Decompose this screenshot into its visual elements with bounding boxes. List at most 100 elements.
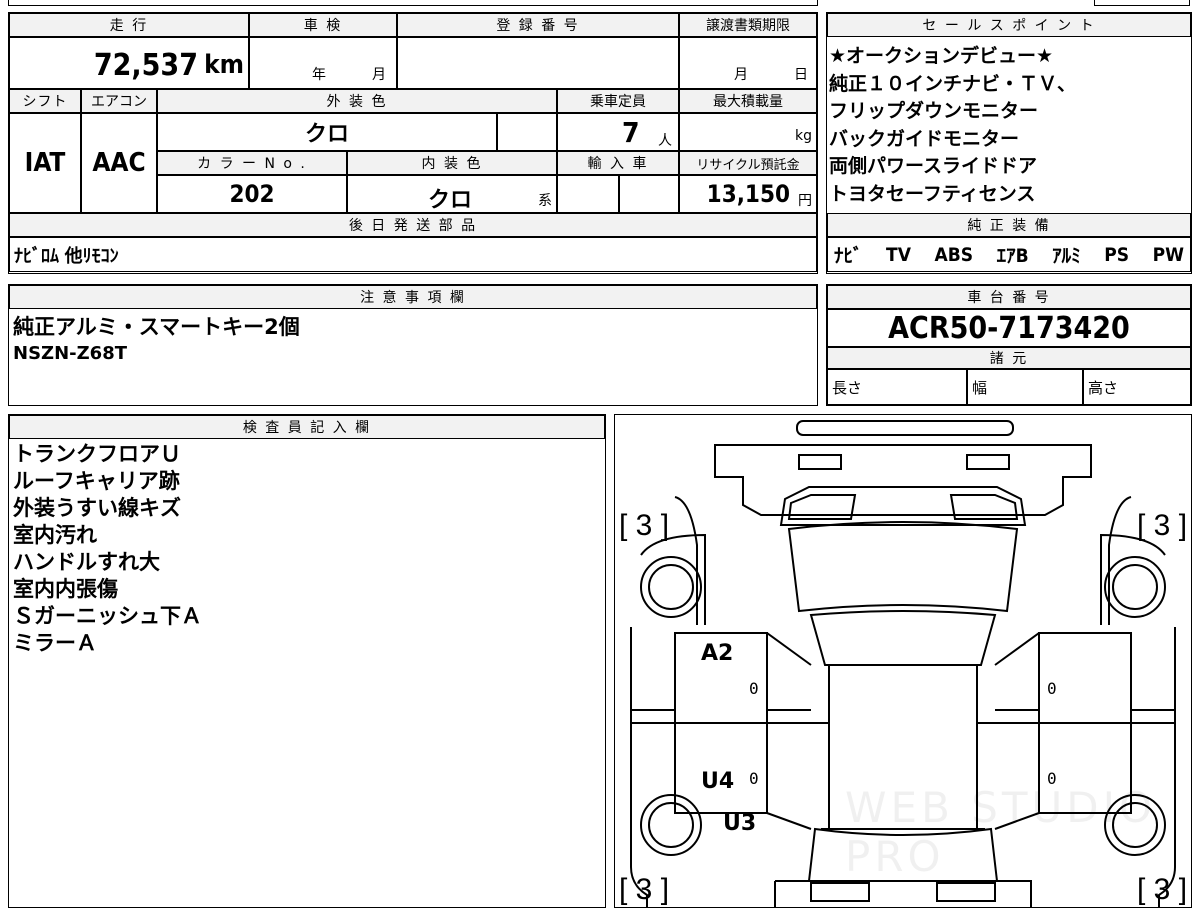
- mileage-value: 72,537: [93, 48, 198, 83]
- deadline-day-label: 日: [794, 67, 808, 83]
- tire-tread-mark-rear-left: [ 3 ]: [619, 873, 670, 906]
- sales-point: 両側パワースライドドア: [829, 155, 1038, 177]
- inspector-note: ハンドルすれ大: [13, 550, 160, 574]
- max-load-cell: kg: [679, 113, 817, 151]
- import-cell-b: [619, 175, 679, 213]
- equipment-item: ABS: [934, 243, 974, 266]
- interior-color-value: クロ: [428, 188, 473, 213]
- registration-header: 登 録 番 号: [397, 13, 679, 37]
- damage-code-u4: U4: [701, 769, 735, 794]
- chassis-panel: 車 台 番 号 ACR50-7173420 諸 元 長さ 幅 高さ: [826, 284, 1192, 406]
- genuine-equipment-header: 純 正 装 備: [827, 213, 1191, 237]
- inspector-note: 室内汚れ: [13, 523, 97, 547]
- capacity-header: 乗車定員: [557, 89, 679, 113]
- damage-code-a2: A2: [701, 641, 734, 666]
- genuine-equipment-list: ﾅﾋﾞ TV ABS ｴｱB ｱﾙﾐ PS PW: [827, 237, 1191, 272]
- door-mark: 0: [749, 769, 759, 788]
- equipment-item: ﾅﾋﾞ: [834, 245, 863, 267]
- notes-list: 純正アルミ・スマートキー2個 NSZN-Z68T: [13, 313, 300, 367]
- later-parts-value: ﾅﾋﾞﾛﾑ 他ﾘﾓｺﾝ: [9, 237, 817, 272]
- shift-value: IAT: [9, 113, 81, 213]
- door-mark: 0: [749, 679, 759, 698]
- color-no-value: 202: [157, 175, 347, 213]
- spec-width: 幅: [967, 369, 1083, 405]
- aircon-value: AAC: [81, 113, 157, 213]
- spec-height-label: 高さ: [1088, 378, 1119, 397]
- tire-tread-mark-front-right: [ 3 ]: [1137, 509, 1188, 542]
- import-cell-a: [557, 175, 619, 213]
- transfer-deadline-cell: 月 日: [679, 37, 817, 89]
- tire-tread-mark-front-left: [ 3 ]: [619, 509, 670, 542]
- sales-point: 純正１０インチナビ・ＴＶ、: [829, 72, 1077, 95]
- shift-header: シフト: [9, 89, 81, 113]
- exterior-color-header: 外 装 色: [157, 89, 557, 113]
- inspector-panel: 検 査 員 記 入 欄 トランクフロアＵ ルーフキャリア跡 外装うすい線キズ 室…: [8, 414, 606, 908]
- shaken-year-label: 年: [312, 67, 326, 83]
- recycle-value: 13,150: [706, 180, 790, 208]
- inspector-note: ミラーＡ: [13, 631, 97, 655]
- shaken-cell: 年 月: [249, 37, 397, 89]
- inspector-note: トランクフロアＵ: [13, 442, 181, 466]
- notes-header: 注 意 事 項 欄: [9, 285, 817, 309]
- sales-point: フリップダウンモニター: [829, 100, 1039, 122]
- chassis-value: ACR50-7173420: [827, 309, 1191, 347]
- recycle-header: リサイクル預託金: [679, 151, 817, 175]
- capacity-value: 7: [622, 116, 640, 149]
- inspector-note: 室内内張傷: [13, 577, 118, 601]
- shaken-header: 車 検: [249, 13, 397, 37]
- chassis-header: 車 台 番 号: [827, 285, 1191, 309]
- capacity-unit: 人: [658, 133, 672, 149]
- top-cutoff-strip: [8, 0, 818, 6]
- recycle-unit: 円: [798, 193, 812, 209]
- interior-color-suffix: 系: [538, 193, 552, 209]
- mileage-cell: 72,537 km: [9, 37, 249, 89]
- interior-color-header: 内 装 色: [347, 151, 557, 175]
- watermark: WEB STUDIO PRO: [845, 783, 1157, 881]
- specs-header: 諸 元: [827, 347, 1191, 369]
- equipment-item: PS: [1104, 243, 1130, 266]
- recycle-cell: 13,150 円: [679, 175, 817, 213]
- car-diagram-panel: [ 3 ] [ 3 ] [ 3 ] [ 3 ] A2 U4 U3 0 0 0 0…: [614, 414, 1192, 908]
- import-header: 輸 入 車: [557, 151, 679, 175]
- capacity-cell: 7 人: [557, 113, 679, 151]
- interior-color-cell: クロ 系: [347, 175, 557, 213]
- equipment-item: ｴｱB: [996, 245, 1029, 267]
- exterior-color-extra: [497, 113, 557, 151]
- inspector-header: 検 査 員 記 入 欄: [9, 415, 605, 439]
- top-cutoff-strip-right: [1094, 0, 1190, 6]
- note-line: NSZN-Z68T: [13, 343, 127, 364]
- inspector-note: 外装うすい線キズ: [13, 496, 181, 520]
- max-load-unit: kg: [795, 128, 812, 144]
- notes-panel: 注 意 事 項 欄 純正アルミ・スマートキー2個 NSZN-Z68T: [8, 284, 818, 406]
- vehicle-info-table: 走 行 車 検 登 録 番 号 譲渡書類期限 72,537 km 年 月 月 日…: [8, 12, 818, 274]
- deadline-month-label: 月: [734, 67, 748, 83]
- sales-points-panel: セ ー ル ス ポ イ ン ト ★オークションデビュー★ 純正１０インチナビ・Ｔ…: [826, 12, 1192, 274]
- sales-point: トヨタセーフティセンス: [829, 182, 1036, 205]
- spec-length-label: 長さ: [832, 378, 863, 397]
- color-no-header: カ ラ ー N o .: [157, 151, 347, 175]
- equipment-item: PW: [1152, 243, 1184, 266]
- sales-points-header: セ ー ル ス ポ イ ン ト: [827, 13, 1191, 37]
- exterior-color-value: クロ: [157, 113, 497, 151]
- later-parts-header: 後 日 発 送 部 品: [9, 213, 817, 237]
- registration-cell: [397, 37, 679, 89]
- spec-length: 長さ: [827, 369, 967, 405]
- shaken-month-label: 月: [372, 67, 386, 83]
- note-line: 純正アルミ・スマートキー2個: [13, 315, 300, 339]
- door-mark: 0: [1047, 679, 1057, 698]
- transfer-deadline-header: 譲渡書類期限: [679, 13, 817, 37]
- inspector-note: Ｓガーニッシュ下Ａ: [13, 604, 202, 628]
- aircon-header: エアコン: [81, 89, 157, 113]
- inspector-notes-list: トランクフロアＵ ルーフキャリア跡 外装うすい線キズ 室内汚れ ハンドルすれ大 …: [13, 441, 202, 657]
- mileage-unit: km: [204, 50, 244, 80]
- spec-width-label: 幅: [972, 378, 988, 397]
- spec-height: 高さ: [1083, 369, 1191, 405]
- mileage-header: 走 行: [9, 13, 249, 37]
- equipment-item: TV: [886, 243, 911, 266]
- sales-point: ★オークションデビュー★: [829, 45, 1054, 67]
- equipment-item: ｱﾙﾐ: [1052, 245, 1081, 267]
- damage-code-u3: U3: [723, 811, 757, 836]
- sales-points-list: ★オークションデビュー★ 純正１０インチナビ・ＴＶ、 フリップダウンモニター バ…: [829, 43, 1076, 208]
- inspector-note: ルーフキャリア跡: [13, 469, 180, 493]
- max-load-header: 最大積載量: [679, 89, 817, 113]
